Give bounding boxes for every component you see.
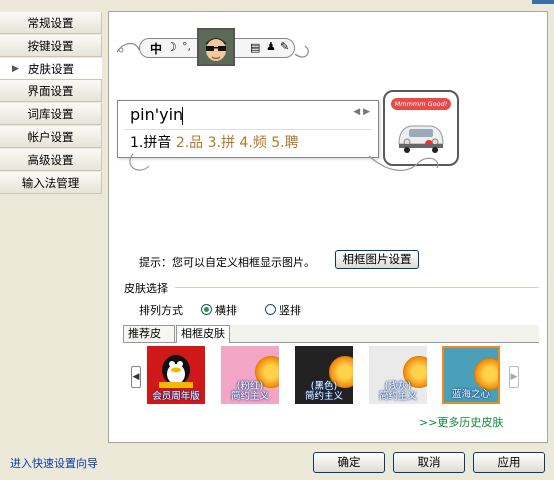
swirl-decoration-bottom xyxy=(129,153,439,171)
tab-frame-skins[interactable]: 相框皮肤 xyxy=(176,325,230,343)
sidebar-item-advanced[interactable]: 高级设置 xyxy=(0,149,102,171)
skin-thumbnail-blue-ocean[interactable]: 蓝海之心 xyxy=(442,346,500,404)
sidebar-item-label: 输入法管理 xyxy=(21,176,80,190)
skin-thumbnail-gray-minimal[interactable]: (浅灰) 简约主义 xyxy=(369,346,427,404)
ok-button[interactable]: 确定 xyxy=(313,452,385,473)
candidate-rest: 2.品 3.拼 4.频 5.聘 xyxy=(175,135,299,151)
skin-settings-panel: 中 ☽ °, ▤ ♟ ✎ pin'yin ◀ ▶ 1.拼音 2.品 3.拼 4.… xyxy=(108,11,548,443)
sort-mode-label: 排列方式 xyxy=(139,304,183,317)
sidebar-item-interface[interactable]: 界面设置 xyxy=(0,80,102,102)
keyboard-icon: ▤ xyxy=(250,41,261,54)
avatar xyxy=(197,28,235,66)
quick-setup-wizard-link[interactable]: 进入快速设置向导 xyxy=(10,455,98,471)
sidebar-item-ime-manager[interactable]: 输入法管理 xyxy=(0,172,102,194)
text-caret xyxy=(182,107,183,125)
skin-caption: 会员周年版 xyxy=(152,391,200,402)
window-top-strip xyxy=(0,0,554,8)
sort-vertical-radio[interactable] xyxy=(265,304,276,315)
skin-select-group-label: 皮肤选择 xyxy=(124,282,168,295)
orange-slice-icon xyxy=(474,358,498,390)
settings-sidebar: 常规设置 按键设置 ▶ 皮肤设置 界面设置 词库设置 帐户设置 高级设置 输入法管… xyxy=(0,8,102,440)
sidebar-item-label: 词库设置 xyxy=(27,107,74,121)
wrench-icon: ✎ xyxy=(280,40,290,53)
skin-thumbnail-anniversary[interactable]: 会员周年版 xyxy=(147,346,205,404)
skin-tabs: 推荐皮肤 相框皮肤 xyxy=(123,325,539,356)
half-width-moon-icon: ☽ xyxy=(166,40,177,54)
selected-arrow-icon: ▶ xyxy=(12,64,19,74)
skin-caption: 简约主义 xyxy=(304,391,343,402)
sidebar-item-skin[interactable]: ▶ 皮肤设置 xyxy=(0,58,102,80)
scroll-right-button[interactable]: ▶ xyxy=(509,366,519,388)
sidebar-item-dictionary[interactable]: 词库设置 xyxy=(0,103,102,125)
frame-image-settings-button[interactable]: 相框图片设置 xyxy=(335,250,419,269)
sort-vertical-label[interactable]: 竖排 xyxy=(279,302,301,318)
skin-caption: 蓝海之心 xyxy=(451,389,490,400)
tab-recommended-skins[interactable]: 推荐皮肤 xyxy=(123,325,175,356)
user-icon: ♟ xyxy=(266,40,276,53)
candidate-list: 1.拼音 2.品 3.拼 4.频 5.聘 xyxy=(130,132,299,152)
sidebar-item-label: 界面设置 xyxy=(27,84,74,98)
page-arrows-icon: ◀ ▶ xyxy=(353,107,370,117)
sidebar-item-keys[interactable]: 按键设置 xyxy=(0,35,102,57)
cartoon-face-icon xyxy=(199,30,233,64)
sort-horizontal-label[interactable]: 横排 xyxy=(215,302,237,318)
skin-caption: 简约主义 xyxy=(230,391,269,402)
scroll-left-button[interactable]: ◀ xyxy=(131,366,141,388)
candidate-window-preview: pin'yin ◀ ▶ 1.拼音 2.品 3.拼 4.频 5.聘 xyxy=(117,100,379,158)
apply-button[interactable]: 应用 xyxy=(473,452,545,473)
title-bar-fragment xyxy=(532,0,554,4)
skin-thumbnail-black-minimal[interactable]: (黑色) 简约主义 xyxy=(295,346,353,404)
punctuation-icon: °, xyxy=(182,40,191,53)
car-image-icon xyxy=(398,125,444,153)
skin-gallery: ◀ 会员周年版 (粉红) 简约主义 (黑色) 简约主义 (浅灰) 简约主义 蓝海… xyxy=(123,343,539,409)
sidebar-item-account[interactable]: 帐户设置 xyxy=(0,126,102,148)
more-history-skins-link[interactable]: >>更多历史皮肤 xyxy=(419,414,503,430)
sidebar-item-label: 帐户设置 xyxy=(27,130,74,144)
pinyin-input-text: pin'yin xyxy=(130,105,184,124)
sidebar-item-label: 按键设置 xyxy=(27,39,74,53)
skin-caption: 简约主义 xyxy=(378,391,417,402)
sidebar-item-label: 皮肤设置 xyxy=(28,62,74,76)
frame-tag-label: Mmmmm Good! xyxy=(391,98,451,110)
candidate-divider xyxy=(124,129,372,130)
cancel-button[interactable]: 取消 xyxy=(393,452,465,473)
frame-hint-text: 提示：您可以自定义相框显示图片。 xyxy=(139,256,315,269)
group-divider xyxy=(175,287,539,288)
candidate-first: 1.拼音 xyxy=(130,135,172,151)
skin-thumbnail-pink-minimal[interactable]: (粉红) 简约主义 xyxy=(221,346,279,404)
sort-horizontal-radio[interactable] xyxy=(201,304,212,315)
sidebar-item-label: 高级设置 xyxy=(27,153,74,167)
chinese-mode-label: 中 xyxy=(150,42,163,56)
sidebar-item-general[interactable]: 常规设置 xyxy=(0,12,102,34)
sidebar-item-label: 常规设置 xyxy=(27,16,74,30)
